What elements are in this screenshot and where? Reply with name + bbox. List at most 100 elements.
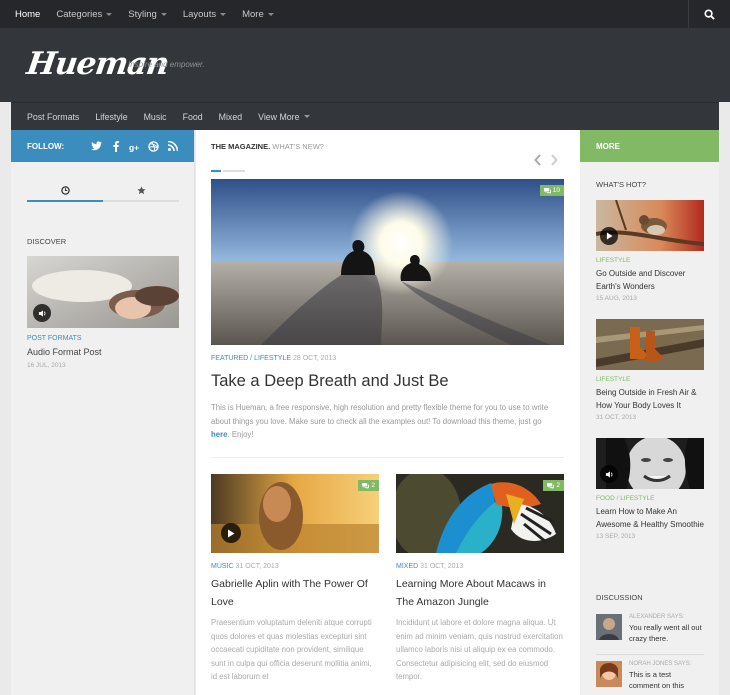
chevron-left-icon[interactable] [534,154,542,166]
clock-icon [60,185,70,195]
comments-icon [547,482,555,489]
topnav-styling[interactable]: Styling [120,0,175,28]
play-icon [228,529,235,537]
featured-post-meta: FEATURED / LIFESTYLE 28 OCT, 2013 [211,355,337,362]
topnav-home-label: Home [15,8,41,20]
avatar [596,614,622,640]
volume-icon [605,470,612,478]
comment-item[interactable]: ALEXANDER SAYS: You really went all out … [596,614,704,644]
subnav-view-more[interactable]: View More [250,112,317,122]
hot-item-date: 13 SEP, 2013 [596,533,636,540]
hot-item-thumbnail[interactable] [596,319,704,370]
post-category-link[interactable]: MIXED [396,563,418,570]
volume-icon [38,309,45,317]
search-button[interactable] [688,0,730,28]
lifestyle-category-link[interactable]: LIFESTYLE [254,355,291,362]
audio-play-button[interactable] [33,304,51,322]
main-content: THE MAGAZINE. WHAT'S NEW? 10 FEATURED / … [196,130,580,695]
site-header: Hueman Inspire and empower. [0,28,730,102]
hot-item-title[interactable]: Being Outside in Fresh Air & How Your Bo… [596,386,704,412]
comment-author: NORAH JONES SAYS: [629,661,692,667]
download-link[interactable]: here [211,430,227,439]
video-play-button[interactable] [221,523,241,543]
comment-item[interactable]: NORAH JONES SAYS: This is a test comment… [596,661,704,691]
featured-post-title[interactable]: Take a Deep Breath and Just Be [211,372,449,391]
comments-icon [362,482,370,489]
secondary-navigation: Post Formats Lifestyle Music Food Mixed … [11,102,719,130]
hot-item-category[interactable]: FOOD / LIFESTYLE [596,495,704,502]
discover-post-category[interactable]: POST FORMATS [27,335,82,342]
hot-item-date: 15 AUG, 2013 [596,295,637,302]
topnav-home[interactable]: Home [0,0,48,28]
hot-item-date: 31 OCT, 2013 [596,414,637,421]
comment-count: 2 [371,482,375,489]
topnav-layouts[interactable]: Layouts [175,0,234,28]
post-card: 2 MUSIC 31 OCT, 2013 Gabrielle Aplin wit… [211,474,379,684]
whats-hot-heading: WHAT'S HOT? [596,180,647,189]
featured-post-excerpt: This is Hueman, a free responsive, high … [211,401,556,442]
comment-count-badge[interactable]: 2 [543,480,564,491]
subnav-post-formats[interactable]: Post Formats [11,112,87,122]
follow-label: FOLLOW: [27,141,65,151]
subnav-music[interactable]: Music [136,112,175,122]
hot-item: LIFESTYLE Go Outside and Discover Earth'… [596,200,704,302]
hot-item-thumbnail[interactable] [596,438,704,489]
hot-item-title[interactable]: Go Outside and Discover Earth's Wonders [596,267,704,293]
tab-popular[interactable] [103,180,179,200]
post-title[interactable]: Gabrielle Aplin with The Power Of Love [211,575,379,611]
video-play-button[interactable] [600,227,618,245]
discover-post-title[interactable]: Audio Format Post [27,347,102,357]
featured-post-image[interactable]: 10 [211,179,564,345]
search-icon [704,8,715,20]
tab-recent[interactable] [27,180,103,202]
post-title[interactable]: Learning More About Macaws in The Amazon… [396,575,564,611]
post-date: 31 OCT, 2013 [420,563,464,570]
hot-item-category[interactable]: LIFESTYLE [596,376,704,383]
chevron-down-icon [160,12,167,16]
facebook-icon[interactable] [110,140,121,152]
topnav-categories[interactable]: Categories [48,0,120,28]
comment-divider [596,654,704,655]
hot-item-title[interactable]: Learn How to Make An Awesome & Healthy S… [596,505,704,531]
left-sidebar: FOLLOW: g+ DISCOVER POST FORMATS Audio F… [11,130,195,695]
post-meta: MIXED 31 OCT, 2013 [396,563,564,570]
featured-category-link[interactable]: FEATURED [211,355,248,362]
hot-item-thumbnail[interactable] [596,200,704,251]
comment-count-badge[interactable]: 10 [539,185,564,196]
post-thumbnail[interactable]: 2 [396,474,564,553]
chevron-right-icon[interactable] [550,154,558,166]
post-meta: MUSIC 31 OCT, 2013 [211,563,379,570]
section-divider [211,457,564,458]
audio-play-button[interactable] [600,465,618,483]
topnav-more[interactable]: More [234,0,282,28]
comment-text: This is a test comment on this [629,670,685,690]
comment-count: 10 [552,187,560,194]
topnav-more-label: More [242,8,264,20]
post-category-link[interactable]: MUSIC [211,563,234,570]
post-thumbnail[interactable]: 2 [211,474,379,553]
follow-bar: FOLLOW: g+ [11,130,194,162]
subnav-lifestyle[interactable]: Lifestyle [87,112,135,122]
slider-arrows [534,154,558,166]
magazine-heading: THE MAGAZINE. WHAT'S NEW? [211,142,324,151]
hot-item-category[interactable]: LIFESTYLE [596,257,704,264]
subnav-mixed[interactable]: Mixed [211,112,250,122]
topnav-layouts-label: Layouts [182,8,217,20]
rss-icon[interactable] [167,141,178,152]
dribbble-icon[interactable] [148,140,159,152]
woman-avatar-image [596,661,622,687]
play-icon [606,232,613,240]
slider-indicator[interactable] [223,170,245,172]
google-plus-icon[interactable]: g+ [129,141,140,152]
comment-count: 2 [556,482,560,489]
twitter-icon[interactable] [91,141,102,152]
top-navigation: Home Categories Styling Layouts More [0,0,730,28]
comment-count-badge[interactable]: 2 [358,480,379,491]
discover-post-thumbnail[interactable] [27,256,179,328]
slider-indicator-active[interactable] [211,170,221,172]
subnav-food[interactable]: Food [175,112,211,122]
discover-heading: DISCOVER [27,237,67,246]
chevron-down-icon [106,12,113,16]
sunset-silhouette-image [211,179,564,345]
discussion-heading: DISCUSSION [596,593,643,602]
